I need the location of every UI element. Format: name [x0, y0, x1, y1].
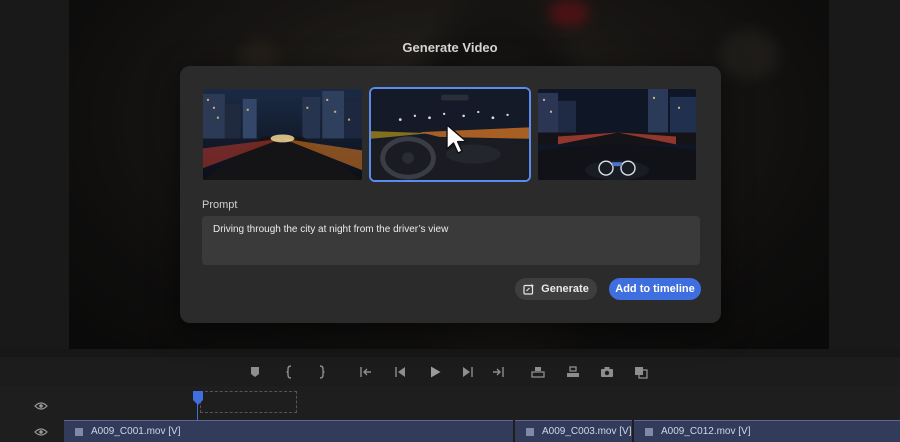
step-back-icon[interactable] [391, 362, 409, 382]
add-to-timeline-button[interactable]: Add to timeline [609, 278, 701, 300]
mark-in-icon[interactable] [280, 362, 298, 382]
mark-out-icon[interactable] [313, 362, 331, 382]
clip-label: A009_C001.mov [V] [91, 426, 181, 437]
eye-icon[interactable] [34, 427, 48, 437]
add-to-timeline-label: Add to timeline [615, 283, 695, 295]
extract-icon[interactable] [564, 362, 582, 382]
clip-label: A009_C012.mov [V] [661, 426, 751, 437]
prompt-label: Prompt [202, 199, 238, 211]
timeline-clip[interactable]: A009_C001.mov [V] [64, 420, 513, 442]
dialog-title: Generate Video [402, 40, 498, 55]
city-street-night-thumbnail [203, 89, 362, 180]
timeline-panel: A009_C001.mov [V] A009_C003.mov [V] A009… [0, 386, 900, 442]
compare-icon[interactable] [632, 362, 650, 382]
prompt-text: Driving through the city at night from t… [213, 224, 449, 235]
generate-button[interactable]: Generate [515, 278, 597, 300]
playhead-handle-icon[interactable] [193, 391, 203, 405]
play-icon[interactable] [426, 362, 444, 382]
mouse-cursor-icon [446, 124, 468, 154]
eye-icon[interactable] [34, 401, 48, 411]
prompt-input[interactable]: Driving through the city at night from t… [202, 216, 700, 265]
generate-sparkle-icon [523, 283, 535, 295]
go-to-in-icon[interactable] [357, 362, 375, 382]
clip-label: A009_C003.mov [V] [542, 426, 632, 437]
generate-button-label: Generate [541, 283, 589, 295]
generate-video-dialog: Prompt Driving through the city at night… [180, 66, 721, 323]
clip-fx-icon [645, 427, 653, 436]
marker-icon[interactable] [246, 362, 264, 382]
timeline-clip[interactable]: A009_C012.mov [V] [634, 420, 900, 442]
step-forward-icon[interactable] [459, 362, 477, 382]
clip-fx-icon [75, 427, 83, 436]
track-header [0, 386, 64, 442]
video-thumbnail-3[interactable] [538, 89, 696, 180]
transport-controls [0, 362, 900, 384]
dashboard-city-night-thumbnail [538, 89, 696, 180]
in-out-range [200, 391, 297, 413]
video-thumbnail-1[interactable] [203, 89, 362, 180]
timeline-clip[interactable]: A009_C003.mov [V] [515, 420, 632, 442]
go-to-out-icon[interactable] [489, 362, 507, 382]
lift-icon[interactable] [529, 362, 547, 382]
export-frame-icon[interactable] [598, 362, 616, 382]
clip-fx-icon [526, 427, 534, 436]
